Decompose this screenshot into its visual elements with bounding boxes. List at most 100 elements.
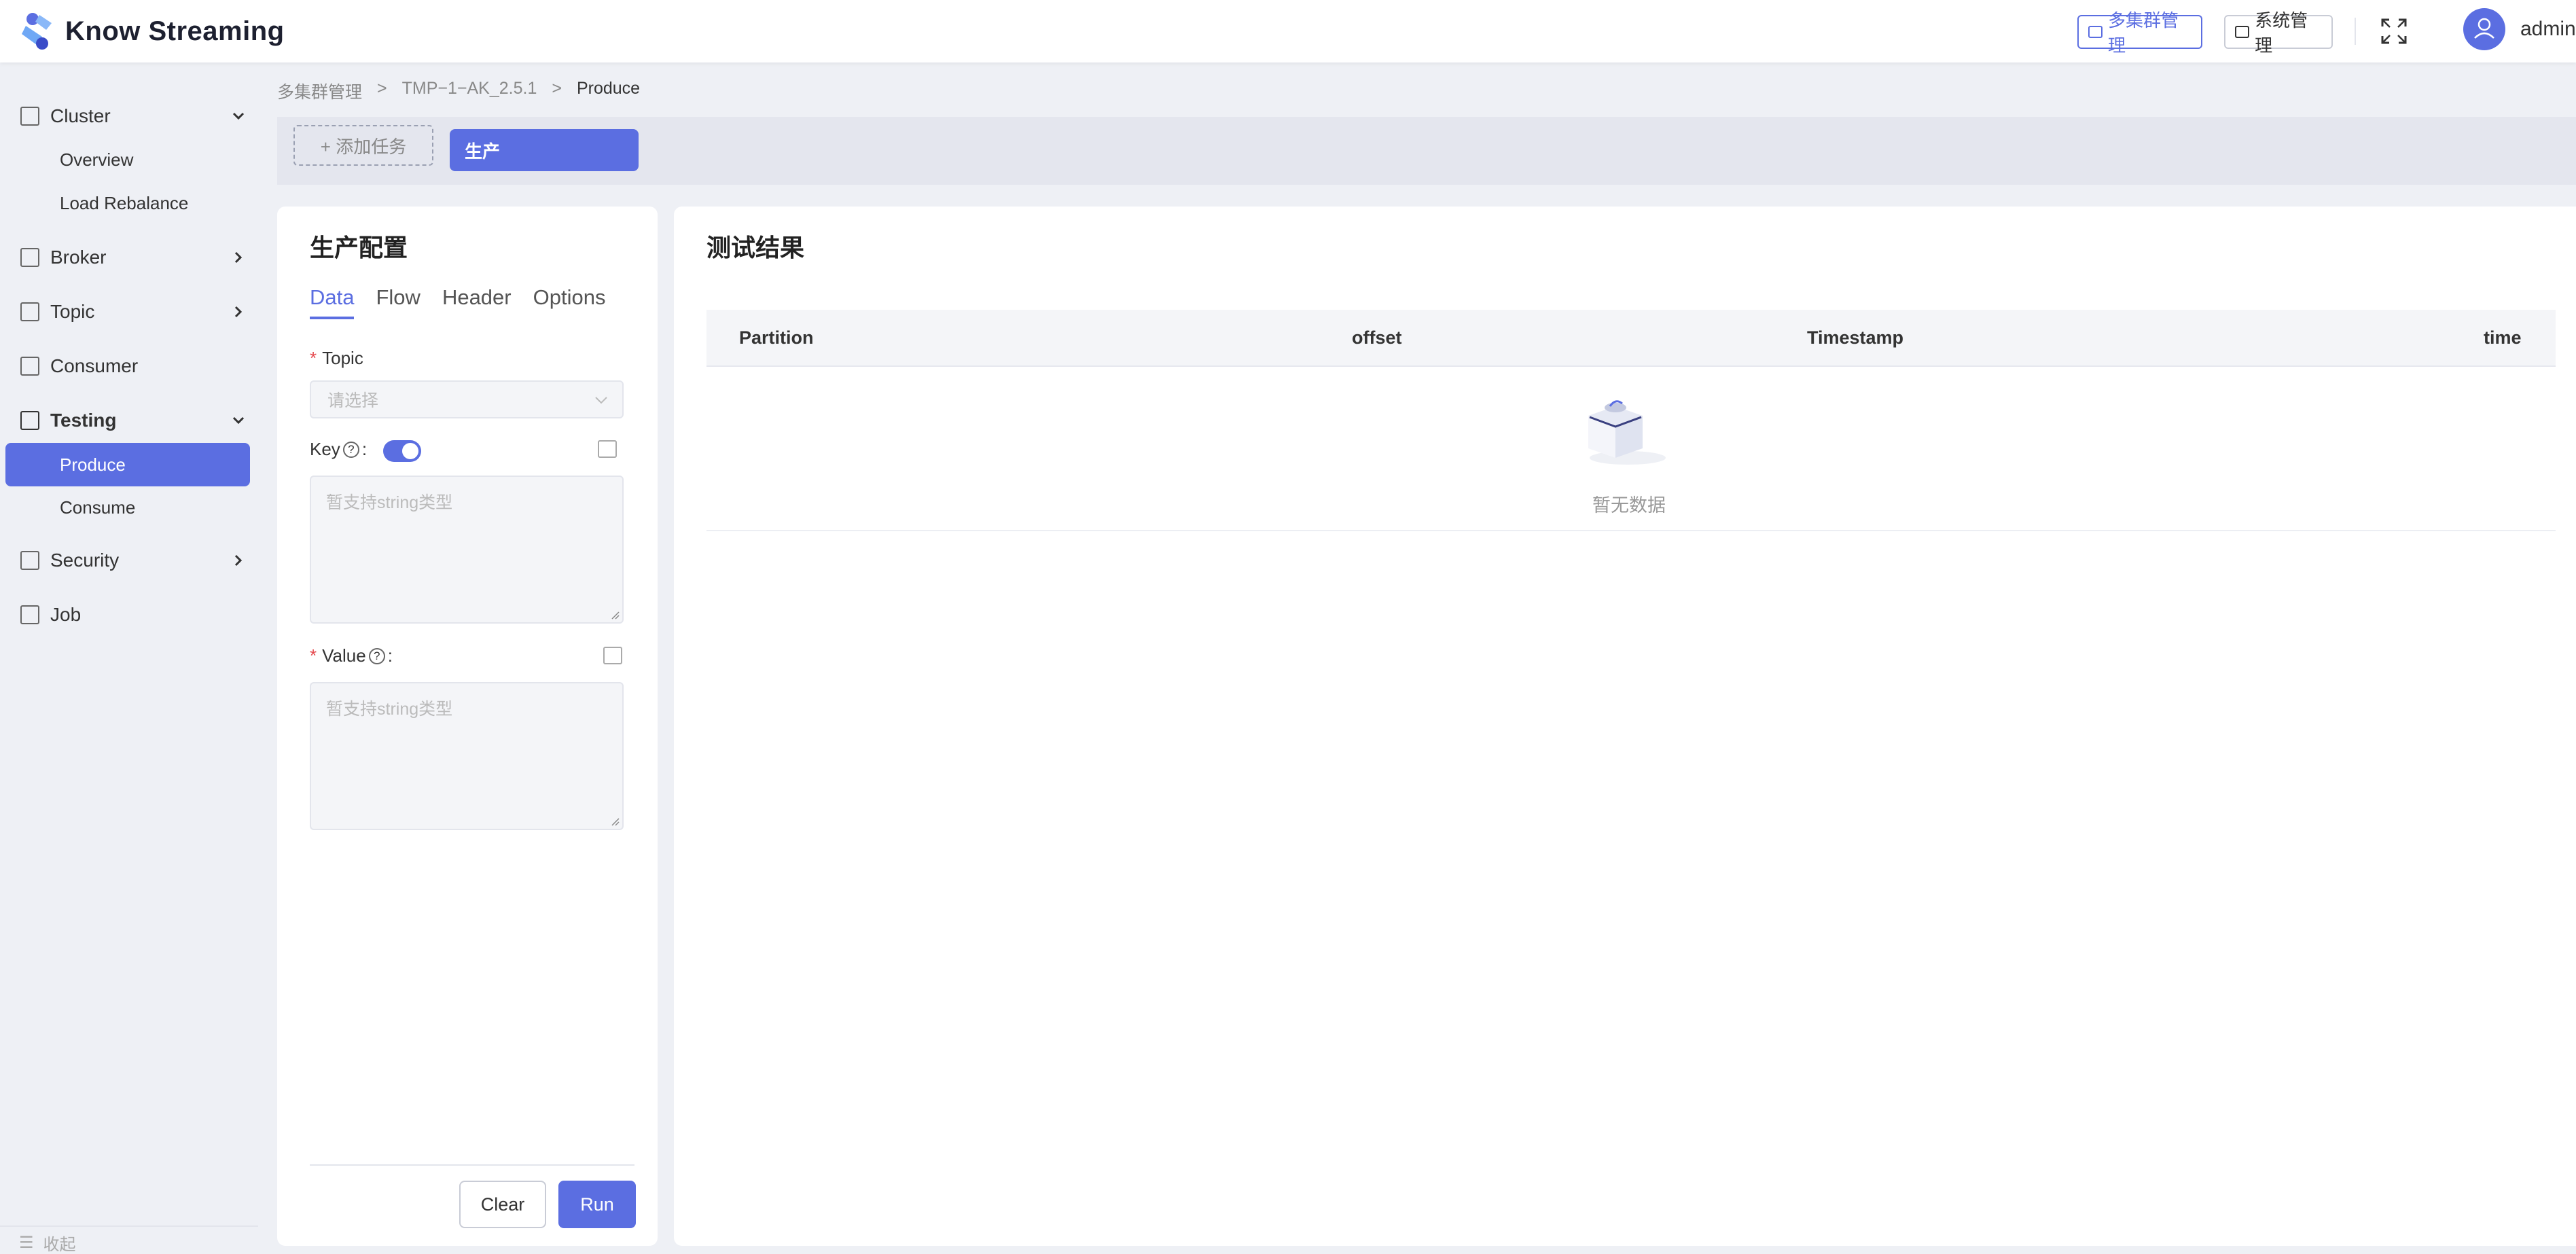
column-header-time: time [2484,327,2522,348]
clear-button[interactable]: Clear [459,1181,546,1228]
value-placeholder: 暂支持string类型 [326,700,453,719]
config-tabs: Data Flow Header Options [310,285,605,319]
breadcrumb-separator: > [377,79,387,98]
key-textarea[interactable]: 暂支持string类型 [310,476,624,624]
key-placeholder: 暂支持string类型 [326,493,453,512]
value-label-text: Value [322,645,366,666]
required-mark: * [310,645,317,666]
add-task-button[interactable]: + 添加任务 [293,125,433,166]
sidebar-item-topic[interactable]: Topic [20,295,245,329]
chevron-right-icon [234,306,243,318]
sidebar-item-security[interactable]: Security [20,543,245,577]
key-label: Key ? : [310,439,367,460]
topic-label: * Topic [310,348,363,369]
column-header-offset: offset [1352,327,1402,348]
sidebar-item-label: Consumer [50,355,139,376]
empty-box-icon [1588,400,1666,465]
column-header-partition: Partition [739,327,814,348]
run-button[interactable]: Run [558,1181,636,1228]
top-header: Know Streaming 多集群管理 系统管理 admin [0,0,2576,62]
resize-handle-icon[interactable] [610,817,620,826]
sidebar-item-produce[interactable]: Produce [5,443,250,486]
header-divider [2355,18,2356,45]
app-name: Know Streaming [65,16,285,46]
breadcrumb-link-clusters[interactable]: 多集群管理 [277,79,362,103]
tab-flow[interactable]: Flow [376,285,420,319]
empty-state-text: 暂无数据 [1592,495,1666,516]
fullscreen-icon[interactable] [2380,18,2408,45]
cluster-icon [20,107,39,126]
app-logo[interactable]: Know Streaming [19,10,285,53]
key-label-text: Key [310,439,340,459]
topic-label-text: Topic [322,348,363,368]
footer-divider [310,1164,634,1166]
tab-data[interactable]: Data [310,285,355,319]
produce-config-title: 生产配置 [310,234,408,262]
chevron-down-icon [232,416,245,425]
chevron-right-icon [234,251,243,264]
sidebar-item-label: Produce [60,454,126,475]
job-icon [20,605,39,624]
editor-icon[interactable] [598,440,617,458]
sidebar-item-job[interactable]: Job [20,598,245,632]
value-textarea[interactable]: 暂支持string类型 [310,682,624,830]
value-label: * Value ? : [310,645,393,666]
user-icon [2474,18,2494,39]
breadcrumb-separator: > [552,79,562,98]
sidebar-item-label: Job [50,604,82,625]
sidebar-item-cluster[interactable]: Cluster [20,99,245,133]
multi-cluster-button[interactable]: 多集群管理 [2077,10,2202,56]
sidebar-item-label: Topic [50,301,95,322]
chevron-right-icon [234,554,243,567]
sidebar-item-overview[interactable]: Overview [60,149,133,171]
testing-icon [20,411,39,430]
chevron-down-icon [232,112,245,120]
required-mark: * [310,348,317,368]
sidebar-item-label: Cluster [50,105,111,126]
results-table-header: Partition offset Timestamp time [706,310,2556,367]
multi-cluster-label: 多集群管理 [2108,10,2179,56]
sidebar-item-label: Testing [50,410,117,431]
broker-icon [20,248,39,267]
security-icon [20,551,39,570]
test-results-title: 测试结果 [706,234,805,262]
collapse-icon: ☰ [19,1234,34,1252]
tab-header[interactable]: Header [442,285,512,319]
tab-options[interactable]: Options [533,285,606,319]
system-manage-label: 系统管理 [2255,10,2308,56]
label-colon: : [361,439,368,459]
help-icon[interactable]: ? [342,441,359,458]
username[interactable]: admin [2520,18,2576,41]
sidebar-divider [0,1225,258,1227]
logo-icon [22,13,52,50]
collapse-label: 收起 [43,1236,76,1254]
sidebar-item-load-rebalance[interactable]: Load Rebalance [60,193,188,214]
key-toggle[interactable] [383,440,421,462]
toggle-knob [402,443,418,459]
system-manage-button[interactable]: 系统管理 [2224,10,2333,56]
sidebar-item-broker[interactable]: Broker [20,240,245,274]
avatar[interactable] [2463,8,2505,50]
sidebar-item-label: Broker [50,247,107,268]
breadcrumb: 多集群管理 > TMP−1−AK_2.5.1 > Produce [277,79,640,103]
consumer-icon [20,357,39,376]
breadcrumb-link-cluster[interactable]: TMP−1−AK_2.5.1 [402,79,537,103]
column-header-timestamp: Timestamp [1807,327,1904,348]
help-icon[interactable]: ? [368,647,385,664]
topic-icon [20,302,39,321]
task-tab-produce[interactable]: 生产 [450,129,639,171]
editor-icon[interactable] [603,647,622,664]
sidebar-item-label: Security [50,550,120,571]
chevron-down-icon [595,397,607,404]
monitor-icon [2235,26,2250,38]
breadcrumb-current: Produce [576,79,641,98]
topic-select[interactable]: 请选择 [310,380,624,418]
sidebar-item-consumer[interactable]: Consumer [20,349,245,383]
label-colon: : [387,645,393,666]
cluster-manage-icon [2088,26,2103,38]
sidebar-item-consume[interactable]: Consume [60,497,135,518]
resize-handle-icon[interactable] [610,610,620,620]
collapse-button[interactable]: ☰ 收起 [19,1231,76,1254]
sidebar-item-testing[interactable]: Testing [20,404,245,437]
table-bottom-border [706,530,2556,531]
